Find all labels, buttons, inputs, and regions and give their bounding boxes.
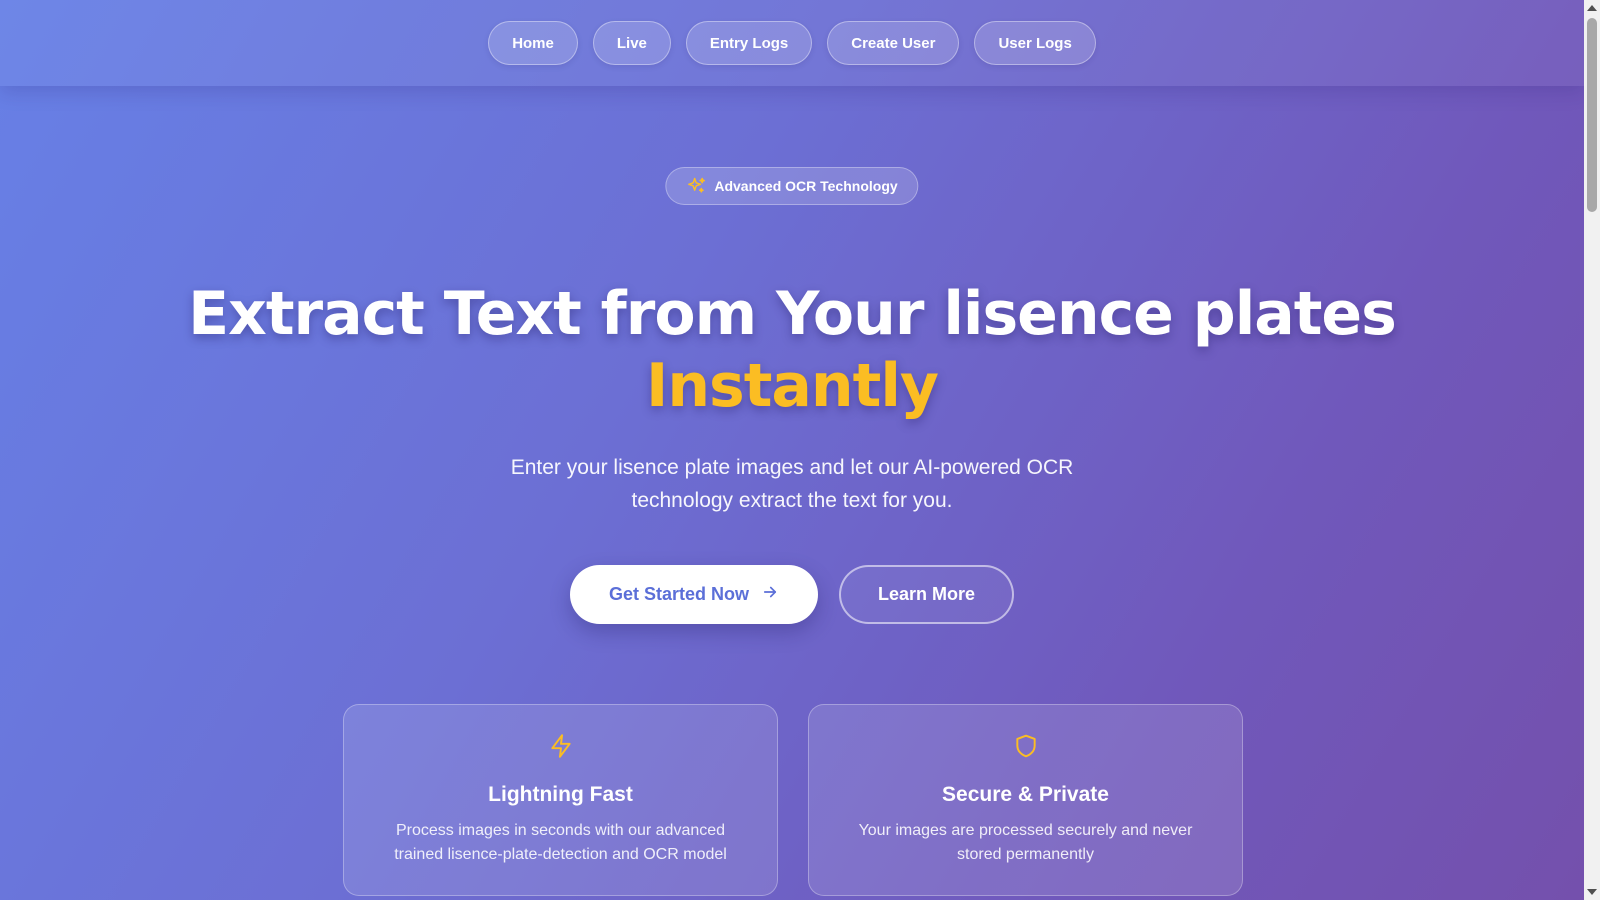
- cta-buttons: Get Started Now Learn More: [0, 565, 1584, 624]
- get-started-button[interactable]: Get Started Now: [570, 565, 818, 624]
- feature-title: Lightning Fast: [488, 783, 633, 806]
- vertical-scrollbar[interactable]: [1584, 0, 1600, 900]
- scroll-up-arrow-icon[interactable]: [1587, 5, 1597, 11]
- feature-card-lightning-fast: Lightning Fast Process images in seconds…: [343, 704, 778, 896]
- scroll-down-arrow-icon[interactable]: [1587, 889, 1597, 895]
- scrollbar-thumb[interactable]: [1587, 18, 1597, 212]
- nav-entry-logs-link[interactable]: Entry Logs: [685, 21, 813, 65]
- landing-page: Home Live Entry Logs Create User User Lo…: [0, 0, 1584, 900]
- hero-title-main: Extract Text from Your lisence plates: [188, 279, 1397, 349]
- nav-live-link[interactable]: Live: [592, 21, 671, 65]
- nav-home-link[interactable]: Home: [488, 21, 578, 65]
- sparkles-icon: [686, 176, 706, 196]
- feature-description: Process images in seconds with our advan…: [394, 822, 727, 863]
- arrow-right-icon: [761, 583, 779, 606]
- nav-user-logs-link[interactable]: User Logs: [974, 21, 1096, 65]
- learn-more-button[interactable]: Learn More: [839, 565, 1014, 624]
- nav-create-user-link[interactable]: Create User: [827, 21, 960, 65]
- hero-title-accent: Instantly: [646, 351, 939, 421]
- top-navigation: Home Live Entry Logs Create User User Lo…: [0, 0, 1584, 86]
- feature-card-secure-private: Secure & Private Your images are process…: [808, 704, 1243, 896]
- badge-label: Advanced OCR Technology: [714, 178, 898, 194]
- hero-subtitle: Enter your lisence plate images and let …: [510, 456, 1074, 512]
- get-started-label: Get Started Now: [608, 584, 750, 604]
- feature-description: Your images are processed securely and n…: [858, 822, 1193, 863]
- hero-title: Extract Text from Your lisence plates In…: [0, 278, 1584, 422]
- lightning-icon: [548, 733, 574, 764]
- shield-icon: [1013, 733, 1039, 764]
- technology-badge: Advanced OCR Technology: [665, 167, 919, 205]
- feature-title: Secure & Private: [942, 783, 1109, 806]
